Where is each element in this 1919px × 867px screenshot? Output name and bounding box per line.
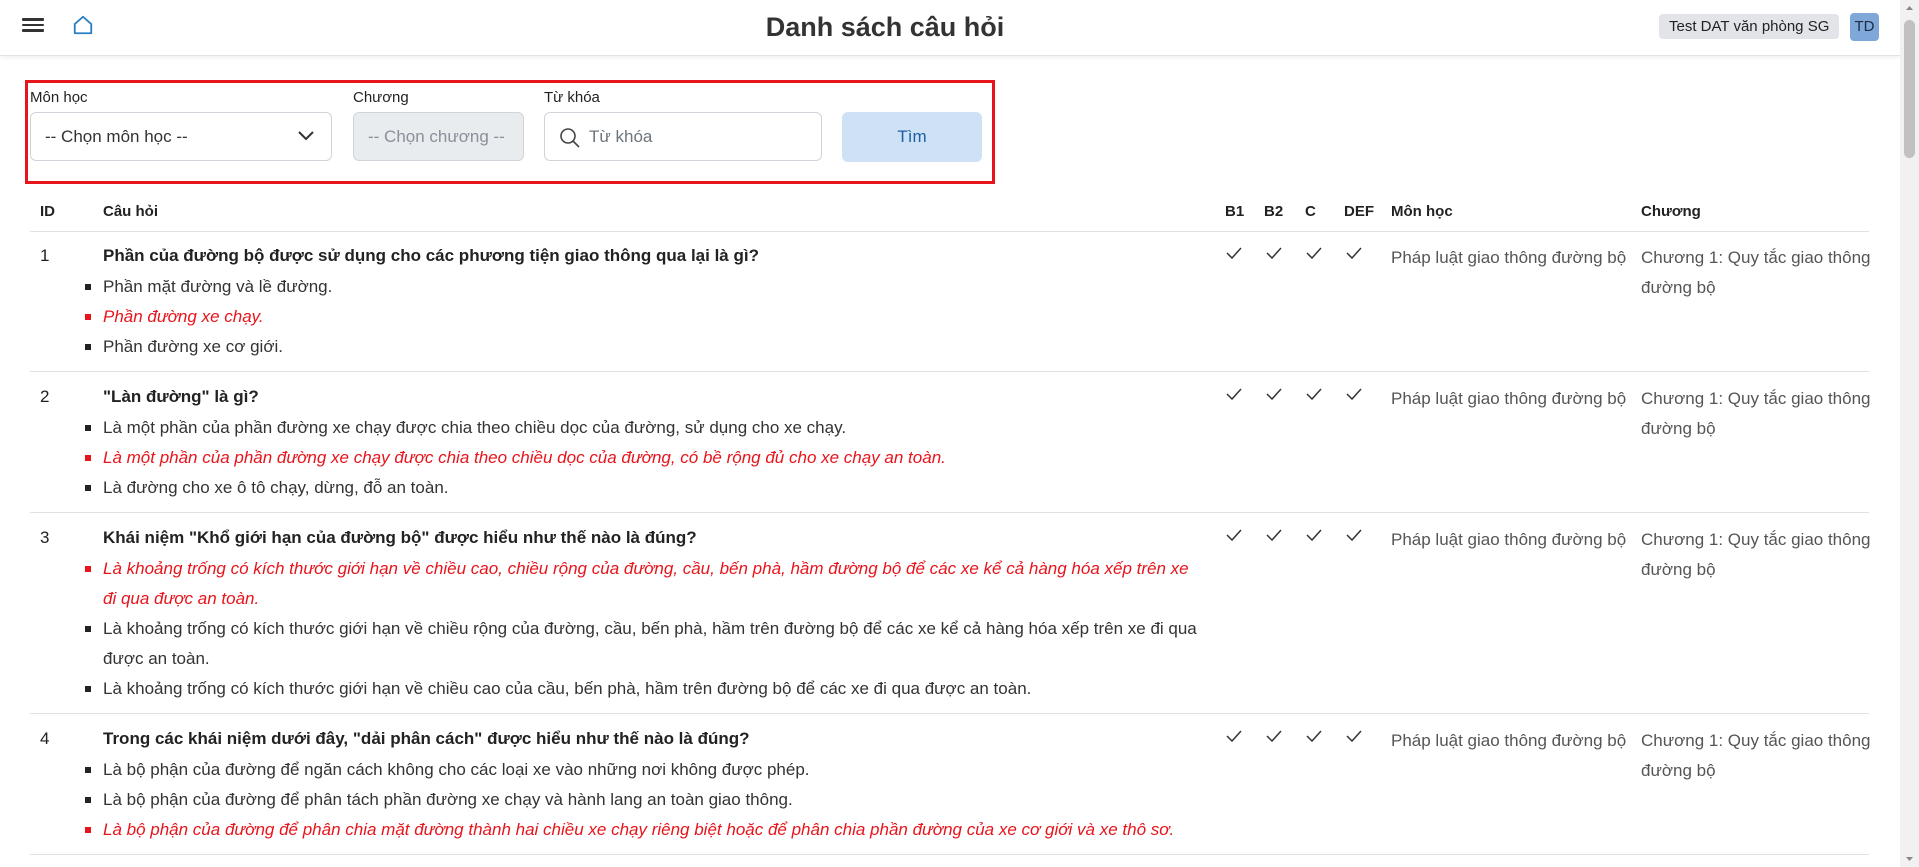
row-divider: [30, 854, 1869, 855]
check-icon: [1226, 388, 1242, 400]
column-header-question: Câu hỏi: [103, 203, 158, 220]
subject-filter-label: Môn học: [30, 89, 88, 106]
column-header-b2: B2: [1264, 203, 1284, 220]
column-header-c: C: [1305, 203, 1316, 220]
answer-option-correct: Là bộ phận của đường để phân chia mặt đư…: [85, 815, 1203, 845]
check-icon: [1266, 388, 1282, 400]
question-id: 4: [40, 729, 50, 748]
answer-option: Phần đường xe cơ giới.: [85, 332, 1203, 362]
row-divider: [30, 713, 1869, 714]
question-text: Phần của đường bộ được sử dụng cho các p…: [103, 246, 759, 265]
answer-option: Là một phần của phần đường xe chạy được …: [85, 413, 1203, 443]
answer-option-correct: Là khoảng trống có kích thước giới hạn v…: [85, 554, 1203, 614]
column-header-def: DEF: [1344, 203, 1374, 220]
row-divider: [30, 512, 1869, 513]
chevron-down-icon: [298, 131, 314, 141]
question-chapter: Chương 1: Quy tắc giao thông đường bộ: [1641, 530, 1871, 579]
check-icon: [1306, 388, 1322, 400]
chapter-select[interactable]: -- Chọn chương --: [353, 112, 524, 161]
question-subject: Pháp luật giao thông đường bộ: [1391, 731, 1627, 750]
check-icon: [1266, 247, 1282, 259]
table-header-divider: [30, 231, 1869, 232]
question-id: 1: [40, 246, 50, 265]
check-icon: [1346, 247, 1362, 259]
question-id: 3: [40, 528, 50, 547]
question-subject: Pháp luật giao thông đường bộ: [1391, 530, 1627, 549]
check-icon: [1346, 730, 1362, 742]
answer-option: Là bộ phận của đường để phân tách phần đ…: [85, 785, 1203, 815]
question-text: "Làn đường" là gì?: [103, 387, 259, 406]
question-chapter: Chương 1: Quy tắc giao thông đường bộ: [1641, 389, 1871, 438]
answer-list: Là bộ phận của đường để ngăn cách không …: [85, 755, 1203, 845]
column-header-chapter: Chương: [1641, 203, 1701, 220]
scroll-down-arrow-icon[interactable]: [1900, 851, 1919, 867]
scrollbar-thumb[interactable]: [1904, 20, 1915, 158]
check-icon: [1226, 247, 1242, 259]
chapter-select-placeholder: -- Chọn chương --: [368, 127, 505, 146]
top-navbar: Danh sách câu hỏi Test DAT văn phòng SG …: [0, 0, 1900, 56]
check-icon: [1266, 529, 1282, 541]
keyword-input[interactable]: Từ khóa: [544, 112, 822, 161]
search-icon: [560, 128, 580, 148]
answer-option: Là đường cho xe ô tô chạy, dừng, đỗ an t…: [85, 473, 1203, 503]
check-icon: [1226, 529, 1242, 541]
check-icon: [1306, 529, 1322, 541]
question-text: Khái niệm "Khổ giới hạn của đường bộ" đư…: [103, 528, 697, 547]
scroll-up-arrow-icon[interactable]: [1900, 0, 1919, 16]
page-title: Danh sách câu hỏi: [765, 12, 1005, 42]
check-icon: [1226, 730, 1242, 742]
question-chapter: Chương 1: Quy tắc giao thông đường bộ: [1641, 731, 1871, 780]
question-subject: Pháp luật giao thông đường bộ: [1391, 248, 1627, 267]
question-id: 2: [40, 387, 50, 406]
user-name-badge[interactable]: Test DAT văn phòng SG: [1659, 14, 1840, 39]
check-icon: [1306, 247, 1322, 259]
vertical-scrollbar[interactable]: [1900, 0, 1919, 867]
chapter-filter-label: Chương: [353, 89, 409, 106]
answer-list: Phần mặt đường và lề đường. Phần đường x…: [85, 272, 1203, 362]
check-icon: [1346, 529, 1362, 541]
column-header-subject: Môn học: [1391, 203, 1453, 220]
check-icon: [1266, 730, 1282, 742]
answer-option-correct: Là một phần của phần đường xe chạy được …: [85, 443, 1203, 473]
answer-list: Là khoảng trống có kích thước giới hạn v…: [85, 554, 1203, 704]
answer-option: Là khoảng trống có kích thước giới hạn v…: [85, 674, 1203, 704]
answer-list: Là một phần của phần đường xe chạy được …: [85, 413, 1203, 503]
question-text: Trong các khái niệm dưới đây, "dải phân …: [103, 729, 750, 748]
keyword-input-placeholder: Từ khóa: [589, 127, 653, 146]
subject-select[interactable]: -- Chọn môn học --: [30, 112, 332, 161]
check-icon: [1346, 388, 1362, 400]
question-chapter: Chương 1: Quy tắc giao thông đường bộ: [1641, 248, 1871, 297]
column-header-id: ID: [40, 203, 55, 220]
check-icon: [1306, 730, 1322, 742]
search-button[interactable]: Tìm: [842, 112, 982, 162]
avatar[interactable]: TD: [1850, 13, 1879, 41]
subject-select-value: -- Chọn môn học --: [45, 127, 188, 146]
row-divider: [30, 371, 1869, 372]
keyword-filter-label: Từ khóa: [544, 89, 600, 106]
answer-option: Là bộ phận của đường để ngăn cách không …: [85, 755, 1203, 785]
answer-option-correct: Phần đường xe chạy.: [85, 302, 1203, 332]
column-header-b1: B1: [1225, 203, 1245, 220]
answer-option: Phần mặt đường và lề đường.: [85, 272, 1203, 302]
answer-option: Là khoảng trống có kích thước giới hạn v…: [85, 614, 1203, 674]
question-subject: Pháp luật giao thông đường bộ: [1391, 389, 1627, 408]
